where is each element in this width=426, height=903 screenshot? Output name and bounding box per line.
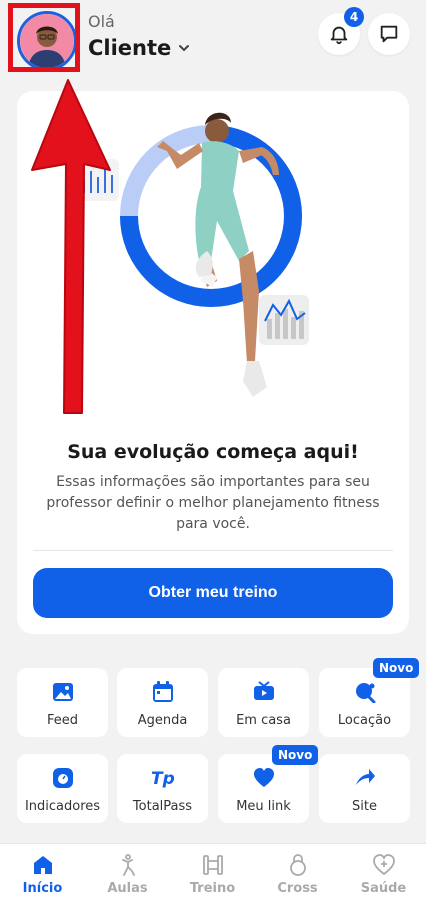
nav-item-cross[interactable]: Cross bbox=[255, 844, 340, 903]
hero-description: Essas informações são importantes para s… bbox=[46, 474, 380, 532]
grid-item-label: Agenda bbox=[137, 713, 188, 728]
chat-icon bbox=[380, 25, 398, 43]
health-heart-icon bbox=[372, 853, 396, 877]
user-selector[interactable]: Cliente bbox=[88, 36, 191, 60]
home-icon bbox=[31, 853, 55, 877]
grid-item-label: Feed bbox=[46, 713, 78, 728]
grid-item-label: Em casa bbox=[236, 713, 291, 728]
new-badge: Novo bbox=[272, 745, 319, 765]
annotation-arrow bbox=[31, 79, 111, 414]
grid-item-label: Site bbox=[352, 799, 377, 814]
grid-item-site[interactable]: Site bbox=[319, 754, 410, 823]
grid-item-feed[interactable]: Feed bbox=[17, 668, 108, 737]
tv-icon bbox=[252, 680, 276, 704]
nav-item-label: Cross bbox=[277, 881, 318, 896]
highlight-box bbox=[8, 3, 80, 72]
nav-item-label: Aulas bbox=[107, 881, 148, 896]
image-icon bbox=[51, 680, 75, 704]
new-badge: Novo bbox=[373, 658, 420, 678]
grid-item-indicadores[interactable]: Indicadores bbox=[17, 754, 108, 823]
notification-badge: 4 bbox=[344, 7, 364, 27]
kettlebell-icon bbox=[286, 853, 310, 877]
svg-text:Tp: Tp bbox=[151, 769, 175, 789]
bottom-navigation: Início Aulas Treino Cross Saúde bbox=[0, 843, 426, 903]
dumbbell-icon bbox=[201, 853, 225, 877]
chevron-down-icon bbox=[179, 45, 190, 52]
messages-button[interactable] bbox=[368, 13, 410, 55]
nav-item-label: Saúde bbox=[360, 881, 407, 896]
nav-item-label: Treino bbox=[189, 881, 236, 896]
grid-item-label: TotalPass bbox=[132, 799, 193, 814]
bell-icon bbox=[330, 26, 348, 45]
calendar-icon bbox=[151, 680, 175, 704]
grid-item-locacao[interactable]: Locação bbox=[319, 668, 410, 737]
grid-item-em-casa[interactable]: Em casa bbox=[218, 668, 309, 737]
nav-item-treino[interactable]: Treino bbox=[170, 844, 255, 903]
scale-icon bbox=[51, 766, 75, 790]
nav-item-label: Início bbox=[22, 881, 63, 896]
dance-icon bbox=[116, 853, 140, 877]
user-name: Cliente bbox=[88, 36, 172, 60]
ping-pong-icon bbox=[353, 680, 377, 704]
divider bbox=[33, 550, 393, 551]
heart-icon bbox=[252, 766, 276, 790]
totalpass-icon: Tp bbox=[151, 766, 175, 790]
get-workout-button[interactable]: Obter meu treino bbox=[33, 568, 393, 618]
nav-item-saude[interactable]: Saúde bbox=[341, 844, 426, 903]
greeting-text: Olá bbox=[88, 12, 115, 31]
grid-item-label: Indicadores bbox=[24, 799, 101, 814]
hero-title: Sua evolução começa aqui! bbox=[67, 441, 359, 463]
grid-item-label: Meu link bbox=[236, 799, 291, 814]
grid-item-agenda[interactable]: Agenda bbox=[117, 668, 208, 737]
grid-item-label: Locação bbox=[337, 713, 392, 728]
nav-item-aulas[interactable]: Aulas bbox=[85, 844, 170, 903]
nav-item-inicio[interactable]: Início bbox=[0, 844, 85, 903]
share-icon bbox=[353, 766, 377, 790]
grid-item-totalpass[interactable]: Tp TotalPass bbox=[117, 754, 208, 823]
